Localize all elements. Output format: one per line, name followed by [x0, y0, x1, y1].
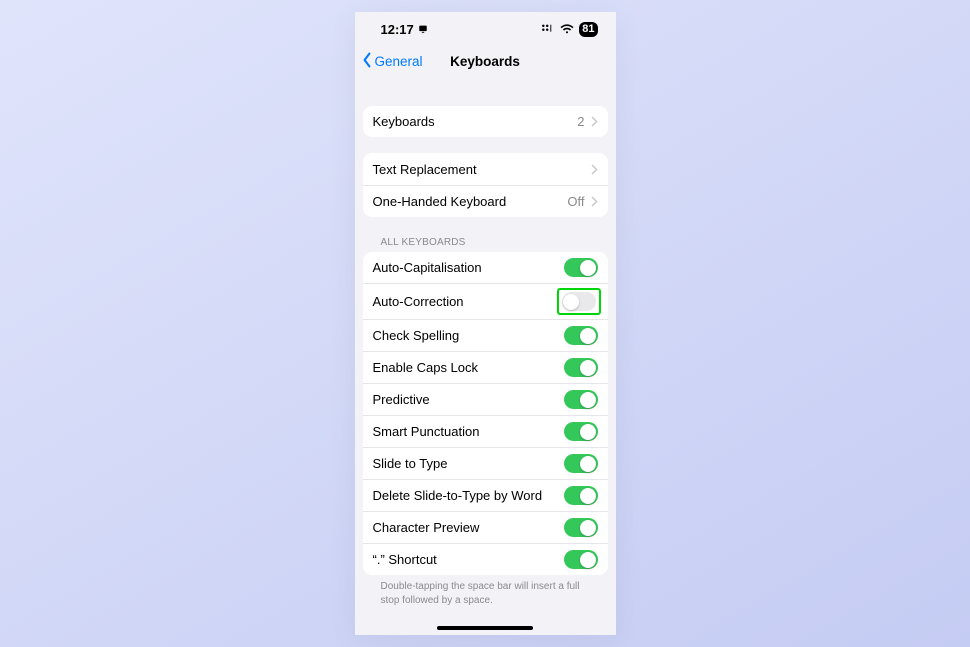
row-enable-caps-lock: Enable Caps Lock: [363, 351, 608, 383]
row-label: Predictive: [373, 392, 430, 407]
row-check-spelling: Check Spelling: [363, 319, 608, 351]
toggle-check-spelling[interactable]: [564, 326, 598, 345]
toggle-auto-capitalisation[interactable]: [564, 258, 598, 277]
row-one-handed-keyboard[interactable]: One-Handed Keyboard Off: [363, 185, 608, 217]
home-indicator[interactable]: [437, 626, 533, 630]
chevron-right-icon: [591, 116, 598, 127]
back-label: General: [375, 54, 423, 69]
toggle-delete-slide-by-word[interactable]: [564, 486, 598, 505]
one-handed-value: Off: [567, 194, 584, 209]
row-slide-to-type: Slide to Type: [363, 447, 608, 479]
row-text-replacement[interactable]: Text Replacement: [363, 153, 608, 184]
row-label: Delete Slide-to-Type by Word: [373, 488, 543, 503]
row-character-preview: Character Preview: [363, 511, 608, 543]
chevron-right-icon: [591, 164, 598, 175]
row-label: Enable Caps Lock: [373, 360, 479, 375]
row-auto-correction: Auto-Correction: [363, 283, 608, 319]
wifi-icon: [560, 24, 574, 35]
back-button[interactable]: General: [361, 46, 423, 76]
status-right: 81: [541, 22, 597, 37]
row-label: Slide to Type: [373, 456, 448, 471]
content-area: Keyboards 2 Text Replacement: [355, 106, 616, 607]
row-right: 2: [577, 114, 597, 129]
row-label: “.” Shortcut: [373, 552, 437, 567]
toggle-enable-caps-lock[interactable]: [564, 358, 598, 377]
toggle-period-shortcut[interactable]: [564, 550, 598, 569]
toggle-auto-correction[interactable]: [562, 292, 596, 311]
row-predictive: Predictive: [363, 383, 608, 415]
row-label: One-Handed Keyboard: [373, 194, 507, 209]
row-label: Text Replacement: [373, 162, 477, 177]
nav-bar: General Keyboards: [355, 46, 616, 76]
status-time: 12:17: [381, 22, 414, 37]
screen-indicator-icon: [418, 22, 428, 37]
toggle-predictive[interactable]: [564, 390, 598, 409]
control-dots-icon: [541, 23, 555, 35]
row-delete-slide-by-word: Delete Slide-to-Type by Word: [363, 479, 608, 511]
row-label: Smart Punctuation: [373, 424, 480, 439]
group-all-keyboards: Auto-Capitalisation Auto-Correction Chec…: [363, 252, 608, 575]
toggle-smart-punctuation[interactable]: [564, 422, 598, 441]
row-label: Auto-Capitalisation: [373, 260, 482, 275]
row-period-shortcut: “.” Shortcut: [363, 543, 608, 575]
status-left: 12:17: [381, 22, 428, 37]
toggle-character-preview[interactable]: [564, 518, 598, 537]
chevron-right-icon: [591, 196, 598, 207]
row-label: Auto-Correction: [373, 294, 464, 309]
row-label: Character Preview: [373, 520, 480, 535]
chevron-left-icon: [361, 52, 373, 71]
section-header-all-keyboards: ALL KEYBOARDS: [363, 237, 608, 248]
page-title: Keyboards: [450, 54, 520, 69]
row-auto-capitalisation: Auto-Capitalisation: [363, 252, 608, 283]
group-text-options: Text Replacement One-Handed Keyboard Off: [363, 153, 608, 217]
status-bar: 12:17: [355, 12, 616, 46]
row-smart-punctuation: Smart Punctuation: [363, 415, 608, 447]
battery-level: 81: [582, 23, 594, 35]
battery-indicator: 81: [579, 22, 597, 37]
phone-frame: 12:17: [355, 12, 616, 635]
footer-text: Double-tapping the space bar will insert…: [363, 575, 608, 607]
row-keyboards[interactable]: Keyboards 2: [363, 106, 608, 137]
page-background: 12:17: [0, 0, 970, 647]
keyboards-count: 2: [577, 114, 584, 129]
group-keyboards: Keyboards 2: [363, 106, 608, 137]
toggle-slide-to-type[interactable]: [564, 454, 598, 473]
row-label: Check Spelling: [373, 328, 460, 343]
highlight-box: [557, 288, 601, 315]
row-label: Keyboards: [373, 114, 435, 129]
